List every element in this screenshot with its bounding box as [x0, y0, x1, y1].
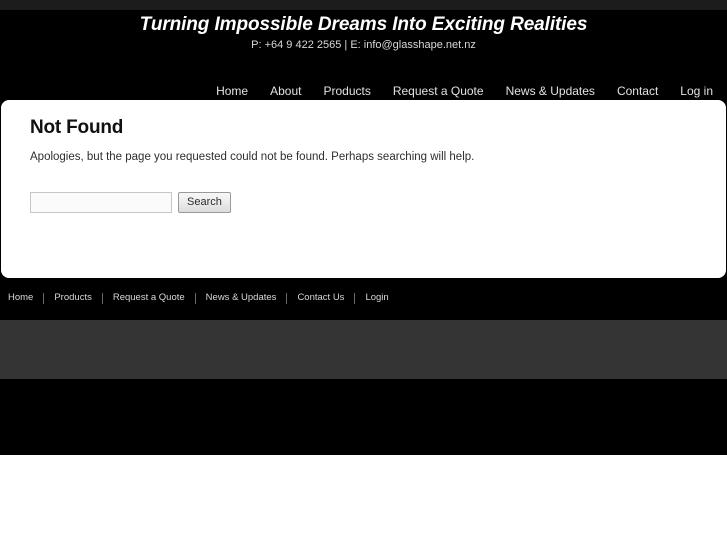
search-form: Search — [30, 192, 231, 213]
page-root: Turning Impossible Dreams Into Exciting … — [0, 0, 727, 545]
footer-nav-item-home[interactable]: Home — [8, 292, 43, 304]
footer-nav-item-request-a-quote[interactable]: Request a Quote — [103, 292, 195, 304]
footer-nav-item-products[interactable]: Products — [44, 292, 102, 304]
top-strip — [0, 0, 727, 10]
nav-item-request-a-quote[interactable]: Request a Quote — [382, 84, 495, 98]
page-title: Not Found — [30, 117, 124, 138]
not-found-message: Apologies, but the page you requested co… — [30, 151, 475, 163]
footer-nav-item-news-and-updates[interactable]: News & Updates — [196, 292, 287, 304]
site-header: Turning Impossible Dreams Into Exciting … — [0, 10, 727, 100]
site-shell: Turning Impossible Dreams Into Exciting … — [0, 0, 727, 455]
search-button[interactable]: Search — [178, 192, 231, 213]
primary-navigation: Home About Products Request a Quote News… — [205, 84, 713, 98]
footer-grey-band — [0, 320, 727, 379]
nav-item-news-and-updates[interactable]: News & Updates — [495, 84, 606, 98]
header-contact-info: P: +64 9 422 2565 | E: info@glasshape.ne… — [251, 39, 476, 51]
search-input[interactable] — [30, 192, 172, 213]
nav-item-log-in[interactable]: Log in — [669, 84, 713, 98]
footer-nav-item-login[interactable]: Login — [355, 292, 398, 304]
footer-navigation: Home Products Request a Quote News & Upd… — [8, 292, 399, 304]
nav-item-contact[interactable]: Contact — [606, 84, 669, 98]
footer-nav-item-contact-us[interactable]: Contact Us — [287, 292, 354, 304]
nav-item-about[interactable]: About — [259, 84, 312, 98]
nav-item-home[interactable]: Home — [205, 84, 259, 98]
nav-item-products[interactable]: Products — [312, 84, 381, 98]
site-tagline: Turning Impossible Dreams Into Exciting … — [139, 14, 588, 35]
